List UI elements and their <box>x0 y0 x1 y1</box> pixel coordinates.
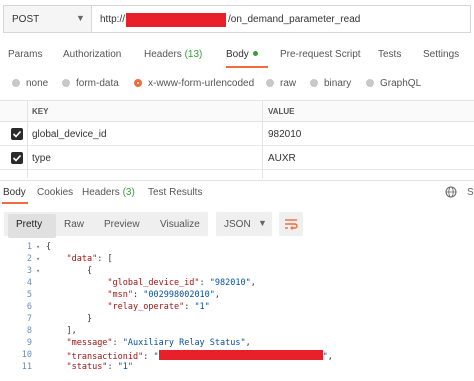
method-select[interactable]: POST ▼ <box>3 5 91 33</box>
radio-form-data[interactable]: form-data <box>62 78 119 89</box>
format-raw-button[interactable]: Raw <box>64 219 84 230</box>
line-number: 8 <box>26 326 32 336</box>
body-indicator-dot <box>252 51 258 56</box>
method-label: POST <box>12 14 40 25</box>
body-type-radios: none form-data x-www-form-urlencoded raw… <box>0 74 474 94</box>
response-body-code: 1 2 3 4 5 6 7 8 9 10 11 ▾ ▾ ▾ { "data": … <box>0 240 474 381</box>
code-line: ], <box>66 326 77 336</box>
line-number: 9 <box>26 338 32 348</box>
url-redaction <box>126 13 226 27</box>
fold-arrow-icon[interactable]: ▾ <box>36 243 40 251</box>
transactionid-redaction <box>158 350 323 360</box>
fold-arrow-icon[interactable]: ▾ <box>36 255 40 263</box>
request-bar: POST ▼ http:// /on_demand_parameter_read <box>3 5 471 35</box>
line-number: 2 <box>26 254 32 264</box>
table-row-empty <box>0 170 474 178</box>
response-tab-body[interactable]: Body <box>3 187 26 198</box>
status-text-truncated: S <box>467 187 474 198</box>
tab-headers[interactable]: Headers (13) <box>144 49 202 60</box>
globe-icon[interactable] <box>445 186 457 201</box>
radio-graphql[interactable]: GraphQL <box>366 78 421 89</box>
table-header: KEY VALUE <box>0 100 474 122</box>
response-tab-test-results[interactable]: Test Results <box>148 187 202 198</box>
code-line: "message": "Auxiliary Relay Status", <box>66 338 251 348</box>
url-input[interactable]: http:// /on_demand_parameter_read <box>91 5 471 33</box>
line-number: 5 <box>26 290 32 300</box>
code-line: "msn": "002998002010", <box>107 290 221 300</box>
line-number: 1 <box>26 242 32 252</box>
value-header: VALUE <box>268 107 295 116</box>
row-checkbox[interactable] <box>11 128 23 140</box>
line-number: 10 <box>21 350 32 360</box>
code-line: } <box>86 314 93 324</box>
line-number: 11 <box>21 362 32 372</box>
line-number: 3 <box>26 266 32 276</box>
tab-params[interactable]: Params <box>8 49 42 60</box>
code-line: { <box>46 242 52 252</box>
table-row: type AUXR <box>0 146 474 170</box>
response-tabs: Body Cookies Headers (3) Test Results S <box>0 180 474 204</box>
key-header: KEY <box>32 107 49 116</box>
response-tab-headers[interactable]: Headers (3) <box>82 187 135 198</box>
tab-settings[interactable]: Settings <box>423 49 459 60</box>
chevron-down-icon: ▼ <box>258 218 267 228</box>
line-number: 6 <box>26 302 32 312</box>
column-divider <box>262 100 263 178</box>
tab-tests[interactable]: Tests <box>378 49 401 60</box>
row-value[interactable]: AUXR <box>268 153 296 164</box>
radio-raw[interactable]: raw <box>266 78 296 89</box>
format-button-group: Pretty Raw Preview Visualize <box>4 212 208 238</box>
code-line: "global_device_id": "982010", <box>107 278 256 288</box>
row-key[interactable]: global_device_id <box>32 129 107 140</box>
active-response-tab-underline <box>2 202 28 204</box>
table-row: global_device_id 982010 <box>0 122 474 146</box>
url-suffix: /on_demand_parameter_read <box>228 14 361 25</box>
url-prefix: http:// <box>100 14 126 25</box>
language-label: JSON <box>224 219 251 230</box>
column-divider <box>27 100 28 178</box>
tab-pre-request-script[interactable]: Pre-request Script <box>280 49 361 60</box>
tab-body[interactable]: Body <box>226 49 258 60</box>
params-table: KEY VALUE global_device_id 982010 type A… <box>0 100 474 178</box>
language-select[interactable]: JSON ▼ <box>216 212 272 236</box>
wrap-lines-button[interactable] <box>279 212 303 236</box>
code-line: "status": "1" <box>66 362 134 372</box>
wrap-lines-icon <box>285 219 298 230</box>
code-line: "transactionid": " ", <box>66 350 333 362</box>
response-tab-cookies[interactable]: Cookies <box>37 187 73 198</box>
format-visualize-button[interactable]: Visualize <box>160 219 200 230</box>
chevron-down-icon: ▼ <box>76 13 85 23</box>
format-pretty-button[interactable]: Pretty <box>16 219 42 230</box>
line-number: 7 <box>26 314 32 324</box>
row-checkbox[interactable] <box>11 152 23 164</box>
line-number: 4 <box>26 278 32 288</box>
code-line: "relay_operate": "1" <box>107 302 210 312</box>
format-preview-button[interactable]: Preview <box>104 219 140 230</box>
code-line: "data": [ <box>66 254 113 264</box>
active-tab-underline <box>226 66 268 68</box>
fold-arrow-icon[interactable]: ▾ <box>36 267 40 275</box>
row-value[interactable]: 982010 <box>268 129 301 140</box>
radio-binary[interactable]: binary <box>310 78 351 89</box>
row-key[interactable]: type <box>32 153 51 164</box>
response-format-toolbar: Pretty Raw Preview Visualize JSON ▼ <box>0 210 474 238</box>
tab-authorization[interactable]: Authorization <box>63 49 121 60</box>
code-line: { <box>86 266 93 276</box>
radio-none[interactable]: none <box>12 78 48 89</box>
request-tabs: Params Authorization Headers (13) Body P… <box>0 44 474 70</box>
radio-x-www-form-urlencoded[interactable]: x-www-form-urlencoded <box>134 78 254 89</box>
